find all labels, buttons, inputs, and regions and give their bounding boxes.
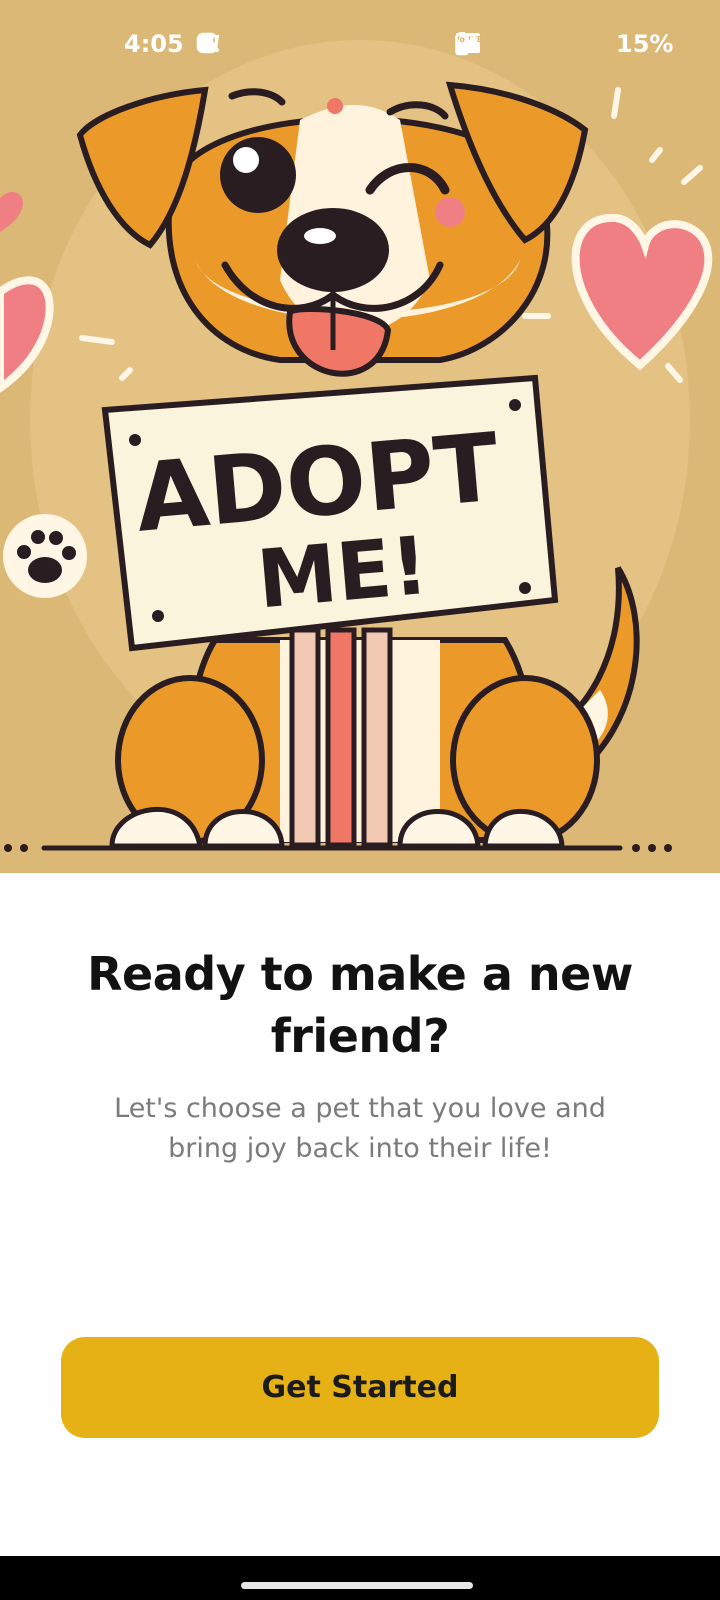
dog-eye-left: [220, 137, 296, 213]
battery-icon: [455, 32, 615, 56]
battery-percent: 15%: [616, 30, 674, 58]
hero-illustration: ADOPT ME! 4:05 ₹ B: [0, 0, 720, 873]
notification-icons: ₹ B: [196, 32, 410, 56]
onboarding-headline: Ready to make a new friend?: [87, 947, 633, 1063]
sign-post: [289, 627, 321, 848]
system-icons: Vo LTE: [455, 32, 615, 56]
status-bar: 4:05 ₹ B: [0, 0, 720, 90]
sign-text-line2: ME!: [254, 519, 432, 627]
wifi-icon: [456, 32, 513, 56]
home-indicator[interactable]: [241, 1582, 473, 1589]
get-started-button[interactable]: Get Started: [61, 1337, 659, 1438]
adopt-me-sign: ADOPT ME!: [101, 374, 559, 652]
cell-signal-icon: [456, 32, 581, 56]
adopt-dog-illustration: ADOPT ME!: [0, 40, 713, 852]
reddit-icon: [198, 32, 372, 56]
paw-print-icon: [3, 514, 87, 598]
dot-icon: [198, 32, 410, 56]
onboarding-content: Ready to make a new friend? Let's choose…: [0, 873, 720, 1563]
navigation-bar: [0, 1556, 720, 1600]
booking-icon: B: [197, 32, 334, 56]
volte-icon: Vo LTE: [455, 32, 547, 56]
instagram-icon: [196, 32, 258, 56]
dog-nose: [277, 208, 389, 292]
heart-icon: [0, 191, 23, 232]
onboarding-subtext: Let's choose a pet that you love and bri…: [114, 1093, 606, 1164]
paytm-icon: ₹: [196, 32, 296, 56]
status-time: 4:05: [124, 30, 184, 58]
